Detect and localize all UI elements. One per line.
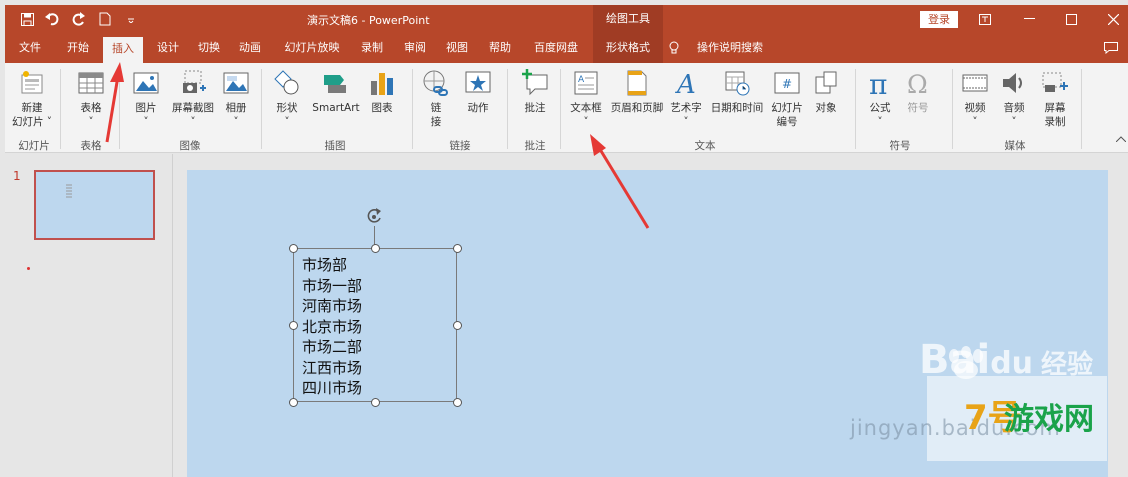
powerpoint-window: 演示文稿6 - PowerPoint 绘图工具 登录 文件 开始 插入 设计 切… <box>0 0 1128 477</box>
arrow-to-insert-tab <box>105 62 124 143</box>
arrow-to-textbox-button <box>590 134 650 229</box>
annotation-arrows <box>105 62 650 229</box>
